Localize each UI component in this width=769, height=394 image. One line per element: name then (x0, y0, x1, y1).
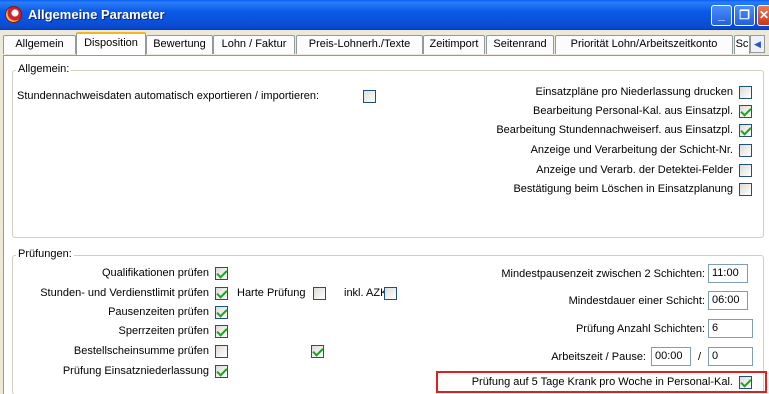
window-title: Allgemeine Parameter (28, 7, 165, 22)
inkl-azk-checkbox[interactable] (384, 287, 397, 300)
personal-kal-label: Bearbeitung Personal-Kal. aus Einsatzpl. (533, 105, 733, 117)
arbeitszeit-pause-label: Arbeitszeit / Pause: (551, 351, 646, 363)
pause-input[interactable]: 0 (708, 347, 753, 366)
pausenzeiten-checkbox[interactable] (215, 306, 228, 319)
tab-preis-lohnerh-texte[interactable]: Preis-Lohnerh./Texte (296, 35, 423, 54)
pausenzeiten-label: Pausenzeiten prüfen (108, 306, 209, 318)
krank-label: Prüfung auf 5 Tage Krank pro Woche in Pe… (471, 376, 733, 388)
export-checkbox[interactable] (363, 90, 376, 103)
stundennachweis-checkbox[interactable] (739, 124, 752, 137)
arbeitszeit-input[interactable]: 00:00 (651, 347, 691, 366)
einsatzniederlassung-checkbox[interactable] (215, 365, 228, 378)
maximize-button[interactable]: ❐ (734, 5, 755, 26)
stundenlimit-label: Stunden- und Verdienstlimit prüfen (40, 287, 209, 299)
minimize-button[interactable]: _ (711, 5, 732, 26)
sperrzeiten-label: Sperrzeiten prüfen (118, 325, 210, 337)
tab-bewertung[interactable]: Bewertung (146, 35, 213, 54)
bestellschein-checkbox[interactable] (215, 345, 228, 358)
tab-strip: Allgemein Disposition Bewertung Lohn / F… (0, 32, 769, 56)
tab-panel-disposition: Allgemein: Stundennachweisdaten automati… (3, 55, 769, 394)
qualifikationen-checkbox[interactable] (215, 267, 228, 280)
mindestpause-label: Mindestpausenzeit zwischen 2 Schichten: (501, 268, 705, 280)
harte-pruefung-checkbox[interactable] (313, 287, 326, 300)
detektei-checkbox[interactable] (739, 164, 752, 177)
tab-allgemein[interactable]: Allgemein (3, 35, 76, 54)
arrow-left-icon: ◀ (754, 39, 761, 49)
mindestdauer-label: Mindestdauer einer Schicht: (568, 295, 705, 307)
mindestpause-input[interactable]: 11:00 (708, 264, 748, 283)
minimize-icon: _ (718, 8, 725, 22)
close-button[interactable]: ✕ (757, 5, 769, 26)
detektei-label: Anzeige und Verarb. der Detektei-Felder (536, 164, 733, 176)
tab-zeitimport[interactable]: Zeitimport (423, 35, 485, 54)
arbeitszeit-separator: / (698, 351, 702, 363)
bestaetigung-label: Bestätigung beim Löschen in Einsatzplanu… (513, 183, 733, 195)
restore-icon: ❐ (739, 8, 750, 22)
bestaetigung-checkbox[interactable] (739, 183, 752, 196)
einsatzniederlassung-label: Prüfung Einsatzniederlassung (62, 365, 209, 377)
personal-kal-checkbox[interactable] (739, 105, 752, 118)
tab-seitenrand[interactable]: Seitenrand (486, 35, 554, 54)
inkl-azk-label: inkl. AZK (344, 287, 388, 299)
app-icon (5, 6, 22, 23)
export-label: Stundennachweisdaten automatisch exporti… (17, 90, 320, 102)
mindestdauer-input[interactable]: 06:00 (708, 291, 748, 310)
tab-lohn-faktur[interactable]: Lohn / Faktur (213, 35, 295, 54)
tab-sc[interactable]: Sc (734, 35, 750, 54)
tab-scroll-left-button[interactable]: ◀ (750, 35, 765, 53)
group-allgemein-legend: Allgemein: (16, 63, 72, 75)
einsatzplaene-checkbox[interactable] (739, 86, 752, 99)
tab-prioritaet-lohn[interactable]: Priorität Lohn/Arbeitszeitkonto (555, 35, 733, 54)
schicht-nr-label: Anzeige und Verarbeitung der Schicht-Nr. (530, 144, 733, 156)
krank-checkbox[interactable] (739, 376, 752, 389)
schicht-nr-checkbox[interactable] (739, 144, 752, 157)
harte-pruefung-label: Harte Prüfung (237, 287, 306, 299)
sperrzeiten-checkbox[interactable] (215, 325, 228, 338)
bestellschein-extra-checkbox[interactable] (311, 345, 324, 358)
bestellschein-label: Bestellscheinsumme prüfen (73, 345, 209, 357)
einsatzplaene-label: Einsatzpläne pro Niederlassung drucken (535, 86, 733, 98)
stundenlimit-checkbox[interactable] (215, 287, 228, 300)
title-bar: Allgemeine Parameter _ ❐ ✕ (0, 0, 769, 30)
close-icon: ✕ (758, 8, 769, 22)
qualifikationen-label: Qualifikationen prüfen (101, 267, 209, 279)
anzahl-schichten-input[interactable]: 6 (708, 319, 753, 338)
anzahl-schichten-label: Prüfung Anzahl Schichten: (575, 323, 705, 335)
stundennachweis-label: Bearbeitung Stundennachweiserf. aus Eins… (496, 124, 733, 136)
group-pruefungen-legend: Prüfungen: (16, 248, 74, 260)
tab-disposition[interactable]: Disposition (76, 32, 146, 55)
